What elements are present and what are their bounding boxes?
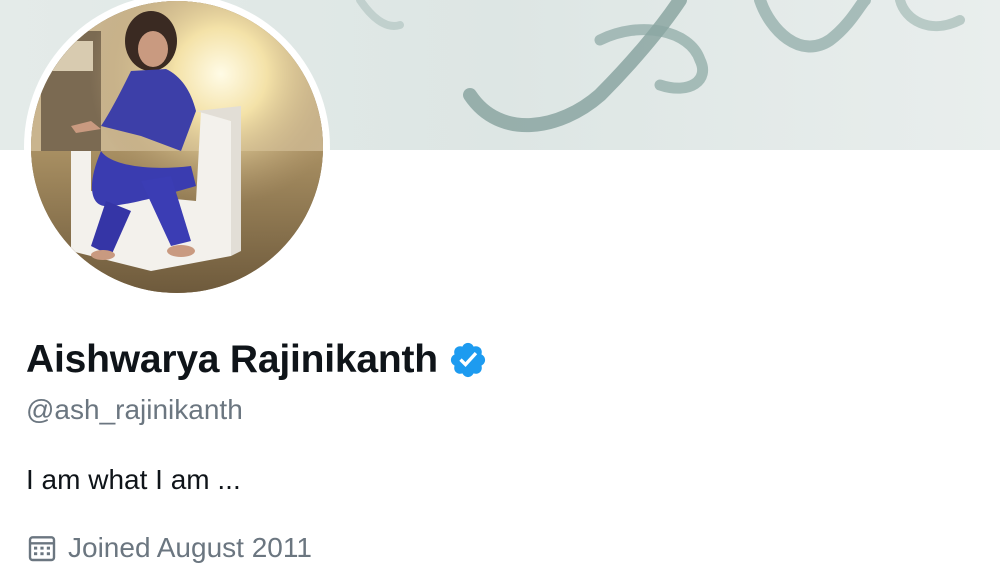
- display-name-row: Aishwarya Rajinikanth: [26, 336, 488, 384]
- avatar-illustration: [31, 1, 323, 293]
- avatar[interactable]: [24, 0, 330, 300]
- user-handle: @ash_rajinikanth: [26, 394, 243, 425]
- verified-badge-icon[interactable]: [448, 340, 488, 380]
- joined-date: Joined August 2011: [68, 532, 312, 563]
- display-name: Aishwarya Rajinikanth: [26, 338, 438, 381]
- profile-page: Aishwarya Rajinikanth @ash_rajinikanth I…: [0, 0, 1000, 563]
- avatar-photo: [31, 1, 323, 293]
- joined-date-row: Joined August 2011: [26, 530, 312, 563]
- calendar-icon: [26, 532, 58, 563]
- user-bio: I am what I am ...: [26, 464, 241, 495]
